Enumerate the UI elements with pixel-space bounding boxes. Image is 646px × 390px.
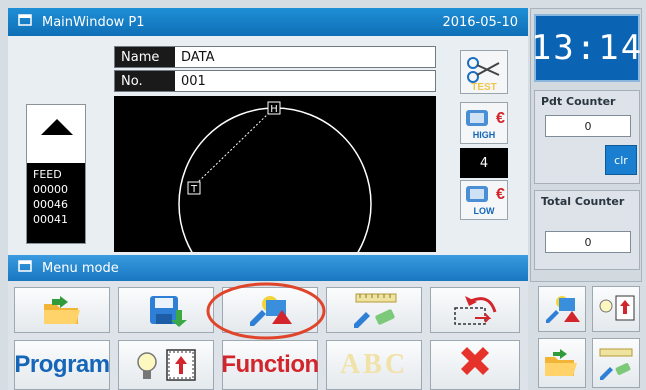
date-display: 2016-05-10 — [442, 14, 518, 30]
total-counter-group: Total Counter 0 — [534, 190, 640, 270]
abc-label: ABC — [339, 349, 409, 380]
program-label: Program — [14, 351, 110, 378]
function-label: Function — [221, 351, 319, 378]
pattern-number-value[interactable]: 001 — [175, 71, 206, 91]
svg-text:€: € — [496, 110, 505, 127]
feed-up-arrow-icon[interactable] — [41, 119, 73, 135]
pattern-number-row: No. 001 — [114, 70, 436, 92]
feed-value-1: 00000 — [33, 183, 68, 196]
close-x-icon — [461, 347, 489, 375]
pattern-name-row: Name DATA — [114, 46, 436, 68]
test-button[interactable]: TEST — [460, 50, 508, 94]
pattern-drawing: H T — [178, 101, 372, 252]
abc-input-button[interactable]: ABC — [326, 340, 422, 390]
undo-button[interactable] — [430, 287, 520, 333]
ruler-eraser-icon — [354, 293, 397, 328]
undo-arrow-icon — [454, 296, 497, 325]
feed-panel: FEED 00000 00046 00041 — [26, 104, 86, 244]
pattern-preview-canvas[interactable]: H T — [114, 96, 436, 252]
clock-display: 13:14 — [531, 14, 641, 82]
measure-edit-button[interactable] — [326, 287, 422, 333]
low-label: LOW — [474, 206, 495, 216]
measure-edit-shortcut-button[interactable] — [592, 338, 640, 388]
jump-line — [195, 109, 273, 185]
speed-low-button[interactable]: € LOW — [460, 180, 508, 220]
tips-button[interactable] — [118, 340, 214, 390]
save-button[interactable] — [118, 287, 214, 333]
feed-readout: FEED 00000 00046 00041 — [27, 163, 85, 243]
pdt-counter-group: Pdt Counter 0 clr — [534, 90, 640, 184]
total-counter-value: 0 — [545, 231, 631, 253]
folder-open-small-icon — [545, 349, 577, 376]
ruler-eraser-small-icon — [599, 348, 633, 380]
folder-open-icon — [44, 296, 80, 324]
menu-window-icon — [18, 260, 32, 276]
shapes-edit-small-icon — [546, 296, 580, 323]
pdt-counter-value: 0 — [545, 115, 631, 137]
window-icon — [18, 14, 32, 30]
main-window-title-bar: MainWindow P1 2016-05-10 — [8, 8, 528, 36]
floppy-save-icon — [150, 296, 187, 327]
menu-mode-title-bar: Menu mode — [8, 255, 528, 281]
program-button[interactable]: Program — [14, 340, 110, 390]
total-counter-label: Total Counter — [541, 195, 625, 208]
feed-value-3: 00041 — [33, 213, 68, 226]
edit-pattern-shortcut-button[interactable] — [538, 286, 586, 332]
circle-pattern-path — [178, 107, 372, 252]
window-title: MainWindow P1 — [42, 14, 145, 30]
speed-value-display: 4 — [460, 148, 508, 178]
bulb-board-icon — [137, 349, 196, 381]
motor-low-icon: € LOW — [466, 186, 505, 216]
pdt-counter-label: Pdt Counter — [541, 95, 616, 108]
svg-text:€: € — [496, 186, 505, 203]
speed-high-button[interactable]: € HIGH — [460, 102, 508, 144]
motor-high-icon: € HIGH — [466, 110, 505, 140]
pattern-name-label: Name — [115, 47, 175, 67]
close-menu-button[interactable] — [430, 340, 520, 390]
feed-value-2: 00046 — [33, 198, 68, 211]
bulb-board-small-icon — [599, 295, 635, 321]
start-marker-label: T — [190, 184, 198, 195]
pattern-number-label: No. — [115, 71, 175, 91]
highlight-circle — [206, 282, 326, 340]
clear-counter-button[interactable]: clr — [605, 145, 637, 175]
pattern-name-value[interactable]: DATA — [175, 47, 215, 67]
test-label: TEST — [471, 82, 497, 91]
function-button[interactable]: Function — [221, 340, 319, 390]
tips-shortcut-button[interactable] — [592, 286, 640, 332]
feed-label: FEED — [33, 168, 62, 181]
scissors-icon: TEST — [467, 57, 500, 91]
open-folder-button[interactable] — [14, 287, 110, 333]
open-folder-shortcut-button[interactable] — [538, 338, 586, 388]
home-marker-label: H — [270, 104, 278, 115]
high-label: HIGH — [473, 130, 496, 140]
menu-mode-title: Menu mode — [42, 260, 119, 276]
